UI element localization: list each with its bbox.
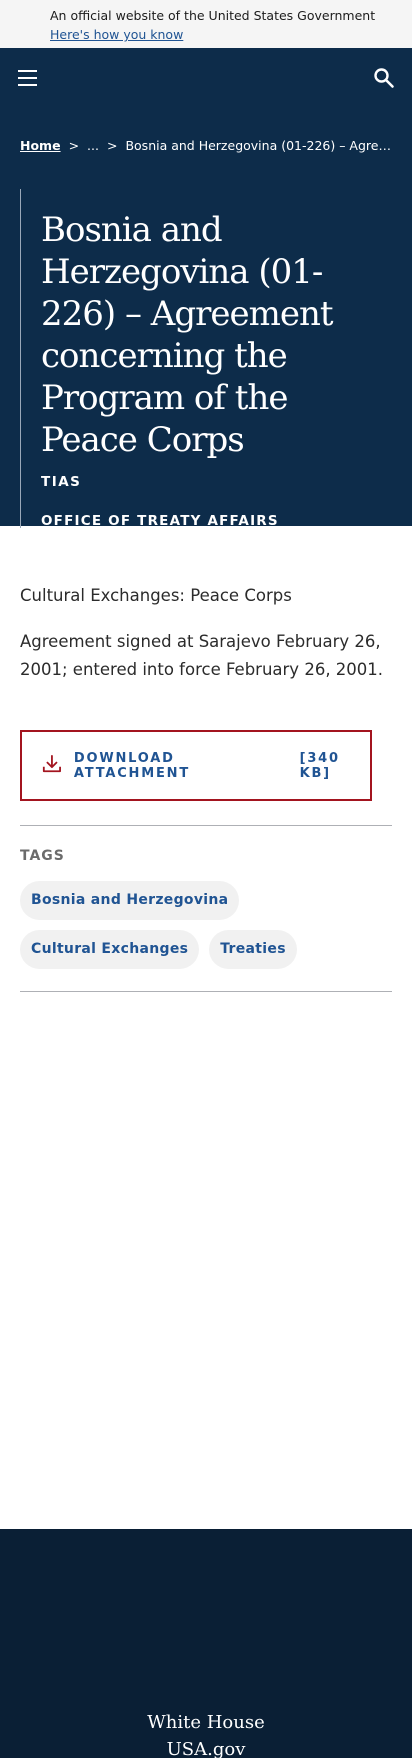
hero-section: Home > ... > Bosnia and Herzegovina (01-… (0, 111, 412, 565)
search-icon[interactable] (372, 66, 396, 90)
divider (20, 991, 392, 992)
gov-banner: An official website of the United States… (0, 0, 412, 48)
breadcrumb-ellipsis[interactable]: ... (87, 138, 99, 153)
download-attachment-button[interactable]: DOWNLOAD ATTACHMENT [340 KB] (20, 730, 372, 801)
page-title: Bosnia and Herzegovina (01-226) – Agreem… (41, 210, 334, 460)
breadcrumb-current: Bosnia and Herzegovina (01-226) – Agreem… (125, 138, 392, 153)
tags-heading: TAGS (20, 848, 65, 864)
publish-date: FEBRUARY 26, 2001 (41, 549, 195, 565)
footer-link-white-house[interactable]: White House (0, 1712, 412, 1733)
download-size: [340 KB] (299, 750, 340, 781)
download-icon (42, 754, 61, 772)
divider (20, 825, 392, 826)
breadcrumb-separator: > (106, 138, 118, 153)
tag-treaties[interactable]: Treaties (209, 930, 297, 969)
tags-list: Bosnia and Herzegovina Cultural Exchange… (20, 881, 392, 969)
office-name: OFFICE OF TREATY AFFAIRS (41, 513, 279, 529)
content-paragraph: Cultural Exchanges: Peace Corps (20, 586, 292, 605)
gov-banner-text: An official website of the United States… (50, 8, 376, 23)
footer-link-usa-gov[interactable]: USA.gov (0, 1739, 412, 1760)
site-header (0, 48, 412, 111)
hamburger-menu-icon[interactable] (18, 70, 37, 86)
breadcrumb-separator: > (68, 138, 80, 153)
site-footer: White House USA.gov (0, 1529, 412, 1760)
content-paragraph: Agreement signed at Sarajevo February 26… (20, 632, 384, 679)
hero-card: Bosnia and Herzegovina (01-226) – Agreem… (20, 189, 390, 565)
breadcrumb: Home > ... > Bosnia and Herzegovina (01-… (20, 138, 392, 153)
tag-bosnia-and-herzegovina[interactable]: Bosnia and Herzegovina (20, 881, 240, 920)
document-type: TIAS (41, 474, 82, 490)
breadcrumb-home-link[interactable]: Home (20, 138, 61, 153)
download-label: DOWNLOAD ATTACHMENT (73, 750, 190, 781)
main-content: Cultural Exchanges: Peace Corps Agreemen… (0, 526, 412, 992)
tag-cultural-exchanges[interactable]: Cultural Exchanges (20, 930, 200, 969)
gov-banner-link[interactable]: Here's how you know (50, 27, 183, 42)
